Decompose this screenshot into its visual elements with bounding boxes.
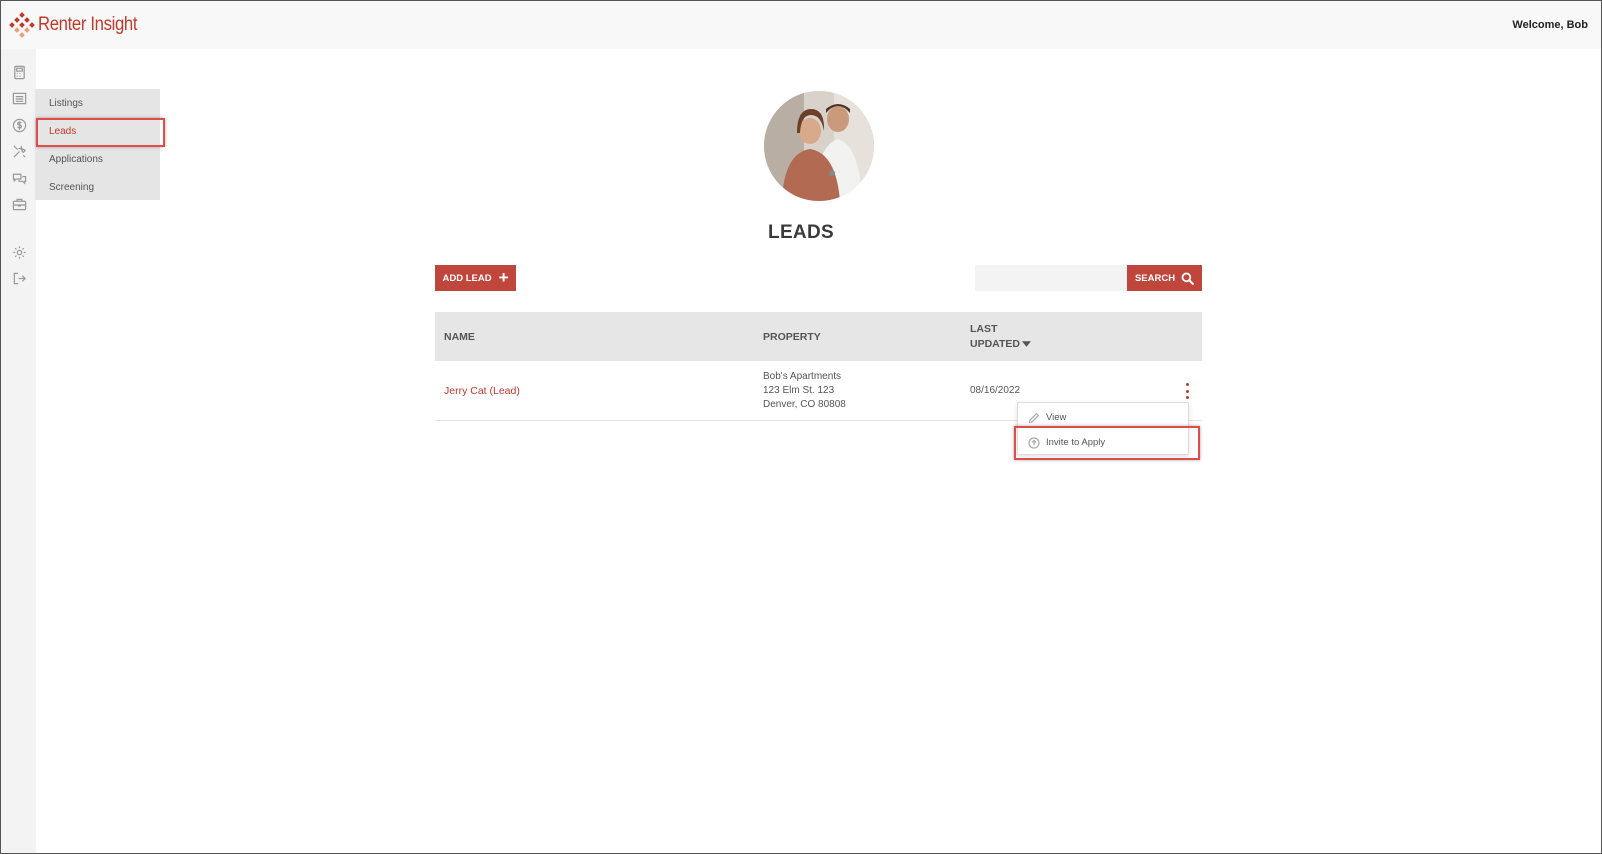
property-city: Denver, CO 80808	[763, 399, 846, 410]
search-icon	[1181, 272, 1194, 285]
submenu-item-screening[interactable]: Screening	[49, 182, 94, 193]
property-name: Bob's Apartments	[763, 371, 842, 382]
column-header-last[interactable]: LAST	[970, 323, 997, 335]
icon-rail	[1, 49, 36, 853]
gear-icon[interactable]	[11, 244, 27, 260]
plus-icon: +	[498, 267, 509, 287]
search-button[interactable]: SEARCH	[1127, 265, 1202, 291]
menu-item-view-label: View	[1046, 412, 1067, 423]
last-updated-date: 08/16/2022	[970, 385, 1021, 396]
top-header: Renter Insight Welcome, Bob	[1, 1, 1601, 49]
welcome-text[interactable]: Welcome, Bob	[1512, 19, 1588, 31]
calculator-icon[interactable]	[11, 64, 27, 80]
logo[interactable]: Renter Insight	[9, 11, 151, 39]
table-header: NAME PROPERTY LAST UPDATED	[435, 312, 1202, 361]
search-input[interactable]	[975, 265, 1127, 291]
column-header-name[interactable]: NAME	[444, 331, 475, 343]
column-header-updated[interactable]: UPDATED	[970, 338, 1031, 350]
submenu-item-listings[interactable]: Listings	[49, 98, 83, 109]
logout-icon[interactable]	[11, 270, 27, 286]
tools-icon[interactable]	[11, 143, 27, 159]
lead-name-link[interactable]: Jerry Cat (Lead)	[444, 385, 520, 397]
submenu-item-applications[interactable]: Applications	[49, 154, 103, 165]
leads-hero-image	[764, 91, 874, 201]
dollar-icon[interactable]	[11, 117, 27, 133]
property-street: 123 Elm St. 123	[763, 385, 835, 396]
sort-down-icon	[1021, 341, 1031, 347]
leads-highlight-box	[36, 118, 165, 147]
list-icon[interactable]	[11, 90, 27, 106]
row-actions-kebab-icon[interactable]	[1181, 383, 1193, 399]
invite-highlight-box	[1014, 426, 1200, 460]
logo-text: Renter Insight	[38, 14, 138, 35]
add-lead-button[interactable]: ADD LEAD +	[435, 265, 516, 291]
pencil-icon	[1028, 412, 1040, 423]
briefcase-icon[interactable]	[11, 196, 27, 212]
column-header-updated-label: UPDATED	[970, 338, 1020, 350]
search-label: SEARCH	[1134, 272, 1176, 284]
column-header-property[interactable]: PROPERTY	[763, 331, 821, 343]
chat-icon[interactable]	[11, 170, 27, 186]
logo-mark-icon	[9, 12, 35, 38]
add-lead-label: ADD LEAD	[442, 272, 492, 284]
page-title: LEADS	[768, 222, 834, 243]
